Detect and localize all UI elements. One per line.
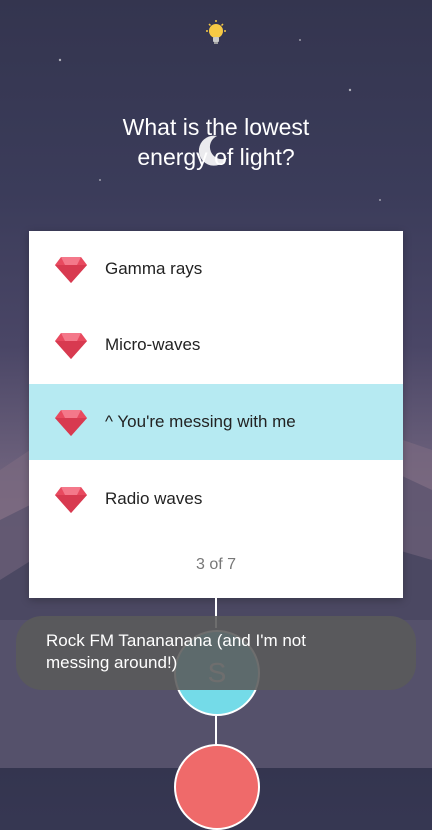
toast-message: Rock FM Tanananana (and I'm not messing …: [16, 616, 416, 690]
toast-line-2: messing around!): [46, 653, 178, 672]
lightbulb-icon[interactable]: [204, 20, 228, 48]
moon-icon: [198, 135, 227, 166]
toast-line-1: Rock FM Tanananana (and I'm not: [46, 631, 306, 650]
answer-option-1[interactable]: Gamma rays: [29, 231, 403, 307]
gem-icon: [55, 257, 87, 283]
gem-icon: [55, 487, 87, 513]
answer-label: Gamma rays: [105, 259, 203, 278]
answer-label: ^ You're messing with me: [105, 412, 296, 431]
answer-option-3[interactable]: ^ You're messing with me: [29, 384, 403, 460]
gem-icon: [55, 410, 87, 436]
path-node-next[interactable]: [174, 744, 260, 830]
answer-card: Gamma rays Micro-waves ^ You're messing …: [29, 231, 403, 598]
answer-label: Micro-waves: [105, 335, 201, 354]
question-progress: 3 of 7: [195, 556, 237, 573]
gem-icon: [55, 333, 87, 359]
answer-option-4[interactable]: Radio waves: [29, 461, 403, 537]
answer-option-2[interactable]: Micro-waves: [29, 307, 403, 383]
answer-label: Radio waves: [105, 489, 203, 508]
